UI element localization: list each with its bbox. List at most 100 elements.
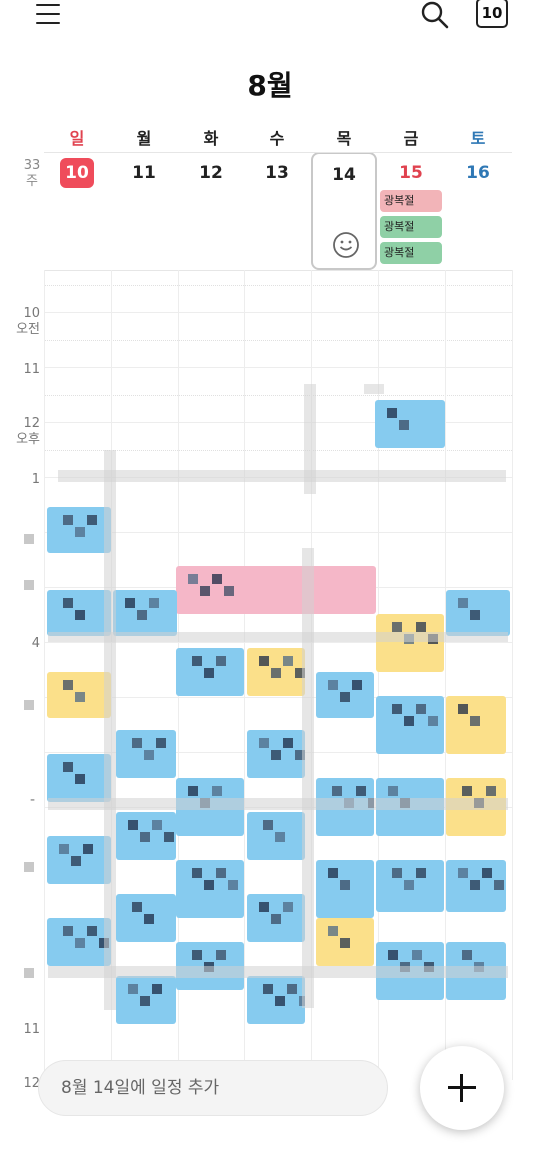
redacted-text-block (87, 926, 97, 936)
calendar-event[interactable] (247, 894, 305, 942)
today-button[interactable]: 10 (476, 0, 508, 28)
calendar-event[interactable] (446, 860, 506, 912)
calendar-event[interactable] (116, 812, 176, 860)
calendar-event[interactable] (113, 590, 177, 636)
month-title[interactable]: 8월 (0, 64, 540, 104)
calendar-event[interactable] (247, 976, 305, 1024)
calendar-event[interactable] (176, 566, 376, 614)
holiday-event-chip[interactable]: 광복절 (380, 190, 442, 212)
redacted-text-block (156, 738, 166, 748)
day-column-divider (44, 270, 45, 1080)
redacted-text-block (75, 610, 85, 620)
calendar-event[interactable] (316, 860, 374, 918)
calendar-event[interactable] (376, 614, 444, 672)
calendar-event[interactable] (316, 672, 374, 718)
redacted-text-block (87, 515, 97, 525)
hour-label: 11 (2, 362, 40, 378)
redacted-text-block (204, 668, 214, 678)
smiley-sticker-icon[interactable] (331, 230, 361, 260)
redacted-text-block (75, 692, 85, 702)
date-cell[interactable]: 13 (244, 152, 310, 270)
date-cell[interactable]: 14 (311, 152, 377, 270)
holiday-event-chip[interactable]: 광복절 (380, 216, 442, 238)
holiday-event-chip[interactable]: 광복절 (380, 242, 442, 264)
redacted-text-block (482, 868, 492, 878)
calendar-event[interactable] (376, 696, 444, 754)
calendar-event[interactable] (116, 894, 176, 942)
calendar-event[interactable] (47, 918, 111, 966)
redacted-text-block (164, 832, 174, 842)
half-hour-gridline (44, 340, 512, 341)
redacted-text-block (352, 680, 362, 690)
calendar-event[interactable] (316, 918, 374, 966)
redacted-hour-label (24, 968, 34, 978)
redacted-text-block (75, 527, 85, 537)
calendar-event[interactable] (176, 648, 244, 696)
redaction-overlay (48, 966, 508, 978)
redacted-text-block (144, 750, 154, 760)
add-event-input[interactable]: 8월 14일에 일정 추가 (38, 1060, 388, 1116)
calendar-event[interactable] (247, 730, 305, 778)
redacted-text-block (200, 586, 210, 596)
redacted-text-block (212, 786, 222, 796)
add-event-button[interactable] (420, 1046, 504, 1130)
hour-number: 12 (23, 416, 40, 431)
calendar-event[interactable] (116, 976, 176, 1024)
am-pm-label: 오후 (16, 432, 40, 447)
redacted-text-block (132, 902, 142, 912)
redacted-text-block (63, 515, 73, 525)
date-cell[interactable]: 10 (44, 152, 110, 270)
redacted-text-block (392, 622, 402, 632)
redaction-overlay (302, 548, 314, 1008)
calendar-event[interactable] (47, 590, 111, 636)
day-column-divider (511, 270, 513, 1080)
hour-number: 11 (23, 1022, 40, 1037)
header-divider (44, 152, 512, 153)
redacted-text-block (287, 984, 297, 994)
hour-label: 4 (2, 636, 40, 652)
redacted-text-block (132, 738, 142, 748)
redacted-text-block (328, 926, 338, 936)
calendar-event[interactable] (446, 590, 510, 636)
calendar-event[interactable] (247, 812, 305, 860)
date-number: 12 (199, 163, 223, 183)
redacted-text-block (216, 656, 226, 666)
calendar-event[interactable] (47, 754, 111, 802)
calendar-event[interactable] (446, 696, 506, 754)
redacted-text-block (71, 856, 81, 866)
redacted-text-block (144, 914, 154, 924)
redacted-text-block (188, 574, 198, 584)
redacted-text-block (470, 610, 480, 620)
redacted-text-block (216, 868, 226, 878)
date-cell[interactable]: 15 광복절 광복절 광복절 (378, 152, 444, 270)
redacted-text-block (283, 902, 293, 912)
date-cell[interactable]: 12 (178, 152, 244, 270)
search-icon[interactable] (420, 0, 450, 30)
redacted-text-block (140, 832, 150, 842)
redacted-text-block (152, 820, 162, 830)
redacted-text-block (75, 774, 85, 784)
date-cell[interactable]: 11 (111, 152, 177, 270)
calendar-event[interactable] (247, 648, 305, 696)
calendar-event[interactable] (47, 672, 111, 718)
day-column-divider (244, 270, 246, 1080)
plus-icon-bar (448, 1086, 476, 1089)
hamburger-menu-icon[interactable] (36, 2, 62, 26)
redacted-text-block (283, 656, 293, 666)
calendar-event[interactable] (47, 836, 111, 884)
calendar-event[interactable] (376, 860, 444, 912)
redacted-text-block (458, 598, 468, 608)
redacted-text-block (416, 868, 426, 878)
redacted-text-block (128, 984, 138, 994)
redacted-text-block (188, 786, 198, 796)
redacted-hour-label (24, 862, 34, 872)
redacted-text-block (63, 598, 73, 608)
redacted-text-block (192, 868, 202, 878)
redacted-text-block (259, 656, 269, 666)
calendar-event[interactable] (47, 507, 111, 553)
calendar-event[interactable] (375, 400, 445, 448)
calendar-event[interactable] (176, 860, 244, 918)
date-cell[interactable]: 16 (445, 152, 511, 270)
calendar-event[interactable] (116, 730, 176, 778)
redacted-text-block (75, 938, 85, 948)
